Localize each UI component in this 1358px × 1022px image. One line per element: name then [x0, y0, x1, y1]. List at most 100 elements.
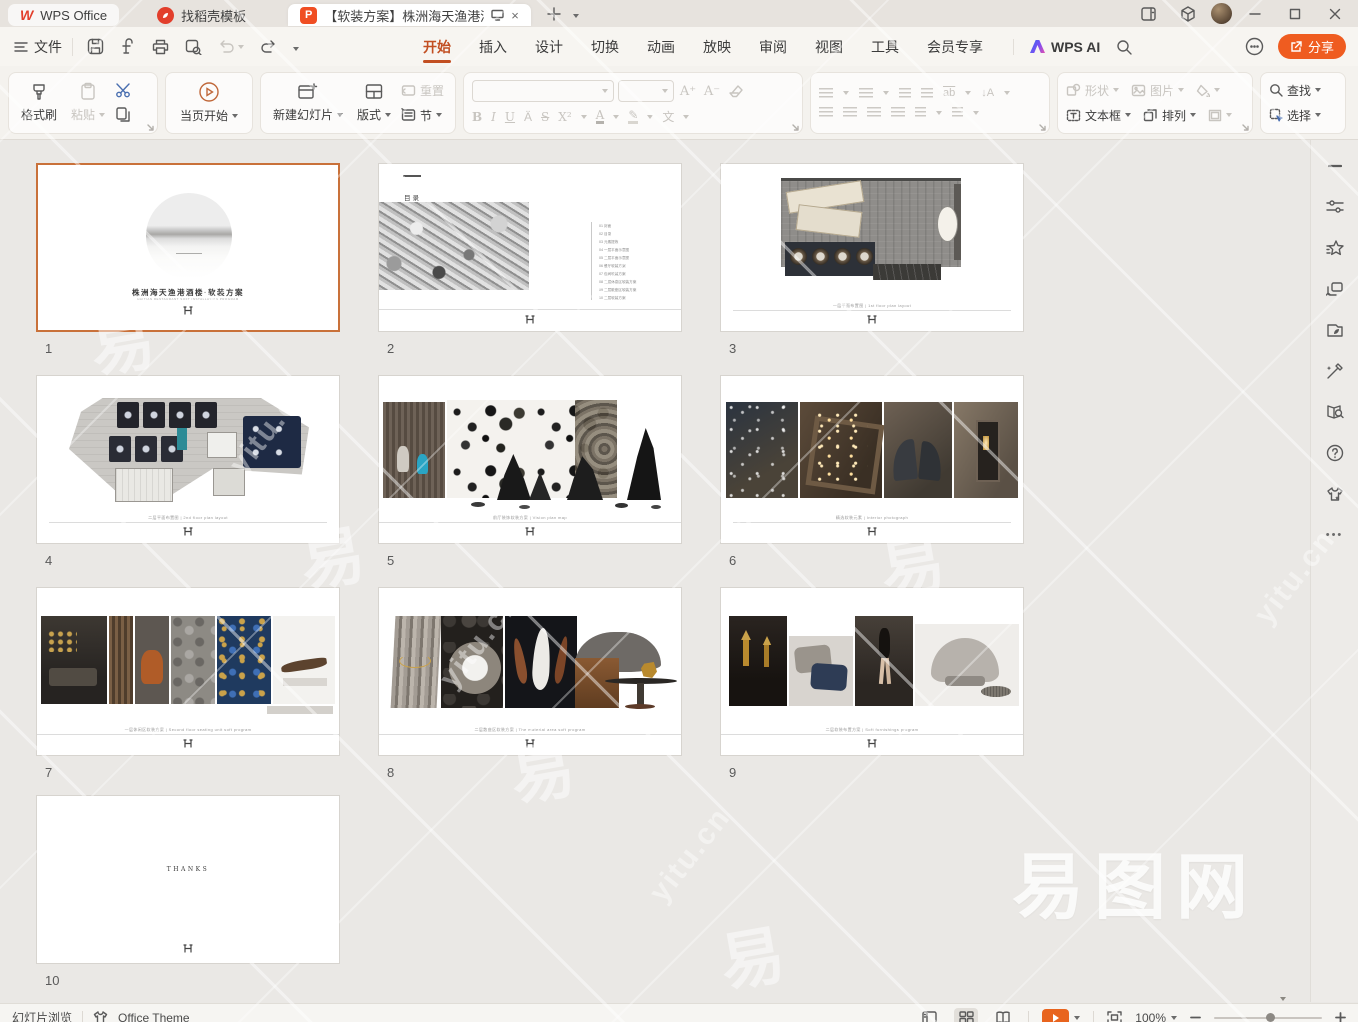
play-options-dropdown[interactable] [1074, 1016, 1080, 1020]
new-tab-button[interactable] [547, 7, 561, 21]
export-pdf-icon[interactable] [120, 38, 136, 55]
redo-icon[interactable] [260, 40, 277, 54]
animation-pane-icon[interactable] [1323, 277, 1347, 301]
search-icon[interactable] [1116, 39, 1132, 55]
slide-cell-8[interactable]: 二层散座区软装方案 | The material area soft progr… [378, 587, 682, 780]
slide-cell-1[interactable]: 株洲海天渔港酒楼·软装方案 HAITIAN RESTAURANT SOFT IN… [36, 163, 340, 356]
slide-thumbnail-6[interactable]: 精选软装元素 | Interior photograph [720, 375, 1024, 544]
table-stem [637, 683, 644, 705]
avatar[interactable] [1211, 3, 1232, 24]
slide-sorter-canvas[interactable]: 株洲海天渔港酒楼·软装方案 HAITIAN RESTAURANT SOFT IN… [0, 140, 1310, 1002]
fit-to-window-icon[interactable] [1107, 1011, 1122, 1022]
menu-view[interactable]: 视图 [801, 29, 857, 65]
slide-cell-10[interactable]: THANKS 10 [36, 795, 340, 988]
isometric-cube-icon[interactable] [1171, 2, 1205, 26]
menu-home[interactable]: 开始 [409, 29, 465, 65]
share-button[interactable]: 分享 [1278, 34, 1346, 59]
menu-review[interactable]: 审阅 [745, 29, 801, 65]
new-features-icon[interactable] [1323, 236, 1347, 260]
tab-docer-templates[interactable]: 找稻壳模板 [145, 4, 258, 26]
skin-theme-icon[interactable] [1323, 482, 1347, 506]
slide-thumbnail-10[interactable]: THANKS [36, 795, 340, 964]
cut-icon[interactable] [115, 83, 133, 98]
new-slide-button[interactable]: 新建幻灯片 [269, 82, 347, 123]
help-icon[interactable] [1323, 441, 1347, 465]
collapse-sidebar-icon[interactable] [1323, 154, 1347, 178]
zoom-level[interactable]: 100% [1135, 1011, 1166, 1022]
slide-thumbnail-5[interactable]: 前厅装饰软装方案 | Vision plan map [378, 375, 682, 544]
split-screen-icon[interactable] [1131, 2, 1165, 26]
brand-logo-icon [183, 306, 194, 315]
boat-mark [176, 253, 202, 261]
group-expander-icon[interactable] [147, 124, 154, 131]
layout-button[interactable]: 版式 [353, 82, 395, 123]
tab-active-document[interactable]: P 【软装方案】株洲海天渔港酒… × [288, 4, 531, 26]
decrease-font-icon: A⁻ [702, 84, 722, 99]
font-name-combo[interactable] [472, 80, 614, 102]
slide-number: 6 [729, 553, 1024, 568]
print-icon[interactable] [152, 39, 169, 55]
slide-cell-7[interactable]: 一层休闲区软装方案 | Second floor seating unit so… [36, 587, 340, 780]
slide-cell-6[interactable]: 精选软装元素 | Interior photograph 6 [720, 375, 1024, 568]
slide-sorter-view-icon[interactable] [954, 1008, 978, 1022]
slide-thumbnail-9[interactable]: 二层软装布置方案 | Soft furnishings program [720, 587, 1024, 756]
menu-animation[interactable]: 动画 [633, 29, 689, 65]
sticker-feedback-icon[interactable] [1245, 37, 1264, 56]
slide-cell-2[interactable]: 目录 contents 01 封面02 目录03 元素提炼 04 一层平面示意图… [378, 163, 682, 356]
slide-thumbnail-1[interactable]: 株洲海天渔港酒楼·软装方案 HAITIAN RESTAURANT SOFT IN… [36, 163, 340, 332]
wps-ai-button[interactable]: WPS AI [1013, 39, 1100, 55]
group-expander-icon[interactable] [1242, 124, 1249, 131]
group-expander-icon[interactable] [1039, 124, 1046, 131]
save-icon[interactable] [87, 38, 104, 55]
properties-icon[interactable] [1323, 195, 1347, 219]
slide-thumbnail-7[interactable]: 一层休闲区软装方案 | Second floor seating unit so… [36, 587, 340, 756]
reading-view-icon[interactable] [991, 1008, 1015, 1022]
zoom-out-button[interactable] [1190, 1012, 1201, 1022]
increase-indent-icon [921, 88, 933, 99]
find-button[interactable]: 查找 [1269, 82, 1321, 99]
copy-icon[interactable] [115, 106, 133, 123]
maximize-button[interactable] [1278, 2, 1312, 26]
navigate-search-icon[interactable] [1323, 400, 1347, 424]
menu-member[interactable]: 会员专享 [913, 29, 997, 65]
menu-slideshow[interactable]: 放映 [689, 29, 745, 65]
file-menu[interactable]: 文件 [0, 37, 72, 57]
normal-view-icon[interactable] [917, 1008, 941, 1022]
minimize-button[interactable] [1238, 2, 1272, 26]
menu-tools[interactable]: 工具 [857, 29, 913, 65]
zoom-in-button[interactable] [1335, 1012, 1346, 1022]
presentation-mode-icon[interactable] [491, 9, 504, 21]
group-expander-icon[interactable] [792, 124, 799, 131]
zoom-dropdown[interactable] [1171, 1016, 1177, 1020]
quickbar-more-icon[interactable] [293, 38, 299, 56]
play-slideshow-button[interactable] [1042, 1009, 1069, 1022]
slide-cell-5[interactable]: 前厅装饰软装方案 | Vision plan map 5 [378, 375, 682, 568]
theme-name[interactable]: Office Theme [118, 1011, 190, 1022]
zoom-slider-knob[interactable] [1266, 1013, 1275, 1022]
font-group: A⁺ A⁻ B I U Ä S X² A ✎ 文 [463, 72, 803, 134]
slide-cell-9[interactable]: 二层软装布置方案 | Soft furnishings program 9 [720, 587, 1024, 780]
smart-beautify-icon[interactable] [1323, 359, 1347, 383]
tab-wps-office[interactable]: W WPS Office [8, 4, 119, 26]
format-painter-button[interactable]: 格式刷 [17, 82, 61, 123]
zoom-slider[interactable] [1214, 1017, 1322, 1019]
section-button[interactable]: 节 [401, 107, 444, 124]
play-from-current-button[interactable]: 当页开始 [176, 81, 242, 124]
select-button[interactable]: 选择 [1269, 107, 1321, 124]
menu-transition[interactable]: 切换 [577, 29, 633, 65]
close-window-button[interactable] [1318, 2, 1352, 26]
print-preview-icon[interactable] [185, 39, 202, 55]
slide-thumbnail-2[interactable]: 目录 contents 01 封面02 目录03 元素提炼 04 一层平面示意图… [378, 163, 682, 332]
close-tab-icon[interactable]: × [511, 8, 519, 23]
slide-thumbnail-8[interactable]: 二层散座区软装方案 | The material area soft progr… [378, 587, 682, 756]
docer-resources-icon[interactable] [1323, 318, 1347, 342]
slide-cell-3[interactable]: 一层平面布置图 | 1st floor plan layout 3 [720, 163, 1024, 356]
font-size-combo[interactable] [618, 80, 674, 102]
slide-cell-4[interactable]: 二层平面布置图 | 2nd floor plan layout 4 [36, 375, 340, 568]
menu-insert[interactable]: 插入 [465, 29, 521, 65]
menu-design[interactable]: 设计 [521, 29, 577, 65]
slide-thumbnail-4[interactable]: 二层平面布置图 | 2nd floor plan layout [36, 375, 340, 544]
tab-list-dropdown[interactable] [573, 5, 579, 23]
slide-thumbnail-3[interactable]: 一层平面布置图 | 1st floor plan layout [720, 163, 1024, 332]
more-icon[interactable]: ••• [1323, 523, 1347, 547]
